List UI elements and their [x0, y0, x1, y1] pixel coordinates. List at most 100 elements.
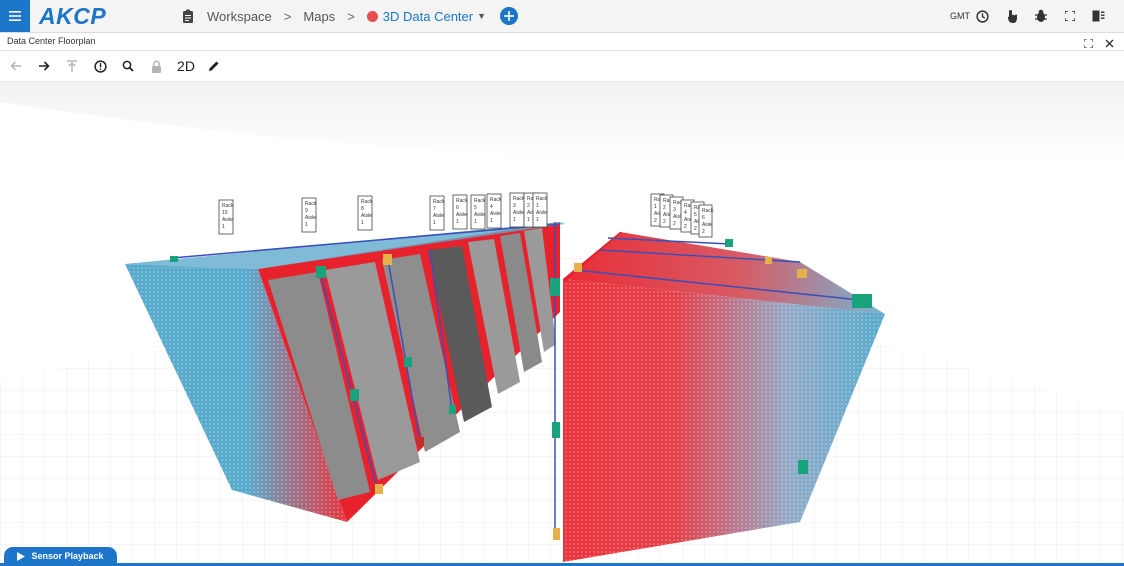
left-rack-label-card[interactable]: Rack8Aisle1 [357, 195, 373, 231]
rack-label-text: Rack [222, 203, 234, 209]
sensor-node[interactable] [852, 294, 872, 308]
sensor-node[interactable] [316, 266, 326, 278]
current-map-label: 3D Data Center [382, 8, 474, 24]
rack-label-text: 4 [684, 210, 687, 216]
hamburger-menu-button[interactable] [0, 0, 30, 32]
breadcrumb: Workspace > Maps > 3D Data Center ▼ [182, 0, 519, 32]
rack-label-text: Aisle [702, 222, 713, 228]
top-app-bar: AKCP Workspace > Maps > 3D Data Center ▼… [0, 0, 1124, 33]
rack-label-text: 2 [673, 221, 676, 227]
hamburger-icon [9, 11, 21, 21]
chevron-right-icon: > [347, 8, 355, 24]
rack-label-text: 5 [474, 205, 477, 211]
sensor-node[interactable] [553, 528, 560, 540]
rack-label-text: 4 [490, 204, 493, 210]
floorplan-3d-view[interactable]: Rack 10 Aisle 1 Rack 9 Aisle 1 Rack 8 Aisle 1 Rack 7 A… [0, 82, 1124, 563]
sensor-node[interactable] [797, 269, 807, 278]
back-arrow-icon[interactable] [2, 52, 30, 80]
room-ceiling [0, 82, 1124, 165]
timezone-label[interactable]: GMT [950, 11, 970, 21]
right-rack-label-card[interactable]: Rack6Aisle2 [698, 204, 714, 238]
rack-label-text: 2 [663, 219, 666, 225]
rack-label-text: 2 [663, 205, 666, 211]
view-2d-toggle[interactable]: 2D [172, 58, 200, 74]
sensor-node[interactable] [350, 389, 359, 401]
rack-label-text: 1 [536, 217, 539, 223]
rack-label-text: 7 [433, 206, 436, 212]
rack-label-text: Aisle [222, 217, 233, 223]
rack-label-text: 2 [702, 229, 705, 235]
left-rack-label-card[interactable]: Rack6Aisle1 [452, 194, 468, 230]
forward-arrow-icon[interactable] [30, 52, 58, 80]
header-tools: GMT [950, 0, 1106, 32]
clipboard-icon [183, 9, 193, 23]
sensor-node[interactable] [798, 460, 808, 474]
rack-label-text: 2 [527, 203, 530, 209]
panel-header: Data Center Floorplan [0, 33, 1124, 51]
rack-label-text: 1 [490, 218, 493, 224]
chevron-right-icon: > [283, 8, 292, 24]
left-rack-label-card[interactable]: Rack9Aisle1 [301, 197, 317, 233]
left-rack-label-card[interactable]: Rack7Aisle1 [429, 195, 445, 231]
map-status-dot [366, 10, 378, 22]
rack-label-text: 1 [654, 204, 657, 210]
rack-label-text: 1 [513, 217, 516, 223]
sensor-node[interactable] [574, 263, 582, 272]
lock-icon[interactable] [142, 52, 170, 80]
sensor-node[interactable] [449, 405, 456, 414]
rack-label-text: 10 [222, 210, 228, 216]
rack-label-text: Rack [513, 196, 525, 202]
rack-label-text: 1 [456, 219, 459, 225]
rack-label-text: Rack [361, 199, 373, 205]
rack-label-text: Aisle [456, 212, 467, 218]
touch-icon[interactable] [1004, 9, 1019, 24]
move-top-icon[interactable] [58, 52, 86, 80]
chevron-down-icon: ▼ [477, 11, 487, 21]
akcp-logo[interactable]: AKCP [39, 3, 106, 30]
rack-label-text: 9 [305, 208, 308, 214]
rack-label-text: Aisle [536, 210, 547, 216]
rack-label-text: Aisle [361, 213, 372, 219]
add-map-button[interactable] [500, 7, 519, 25]
rack-label-text: 6 [702, 215, 705, 221]
sensor-node[interactable] [550, 278, 560, 296]
sensor-node[interactable] [404, 357, 412, 367]
door-icon[interactable] [1091, 9, 1106, 24]
fullscreen-icon[interactable] [1062, 9, 1077, 24]
rack-label-text: 1 [361, 220, 364, 226]
rack-label-text: 2 [684, 224, 687, 230]
rack-label-text: Rack [536, 196, 548, 202]
rack-label-text: 3 [673, 207, 676, 213]
rack-label-text: Aisle [474, 212, 485, 218]
sensor-node[interactable] [765, 257, 772, 264]
pencil-icon[interactable] [200, 52, 228, 80]
left-rack-label-card[interactable]: Rack3Aisle1 [509, 192, 525, 228]
search-icon[interactable] [114, 52, 142, 80]
rack-label-text: Rack [456, 198, 468, 204]
sensor-node[interactable] [725, 239, 733, 247]
sensor-node[interactable] [417, 437, 424, 446]
rack-label-text: 2 [694, 226, 697, 232]
left-rack-label-card[interactable]: Rack5Aisle1 [470, 194, 486, 230]
left-rack-label-card[interactable]: Rack10Aisle1 [218, 199, 234, 235]
alert-icon[interactable] [86, 52, 114, 80]
bug-icon[interactable] [1033, 9, 1048, 24]
rack-label-text: Rack [433, 199, 445, 205]
rack-label-text: Aisle [513, 210, 524, 216]
left-rack-labels: Rack10Aisle1Rack9Aisle1Rack8Aisle1Rack7A… [218, 192, 548, 235]
breadcrumb-maps[interactable]: Maps [303, 9, 335, 24]
left-rack-label-card[interactable]: Rack4Aisle1 [486, 193, 502, 229]
left-rack-label-card[interactable]: Rack1Aisle1 [532, 192, 548, 228]
current-map-selector[interactable]: 3D Data Center ▼ [366, 8, 487, 24]
right-rack-labels: Rack1Aisle2Rack2Aisle2Rack3Aisle2Rack4Ai… [650, 193, 714, 238]
breadcrumb-workspace[interactable]: Workspace [207, 9, 272, 24]
rack-label-text: Aisle [305, 215, 316, 221]
sensor-node[interactable] [375, 484, 383, 494]
sensor-node[interactable] [552, 422, 560, 438]
sensor-node[interactable] [170, 256, 178, 262]
rack-label-text: 6 [456, 205, 459, 211]
rack-label-text: Rack [490, 197, 502, 203]
clock-icon[interactable] [975, 9, 990, 24]
sensor-node[interactable] [383, 254, 392, 265]
panel-title: Data Center Floorplan [7, 36, 96, 46]
